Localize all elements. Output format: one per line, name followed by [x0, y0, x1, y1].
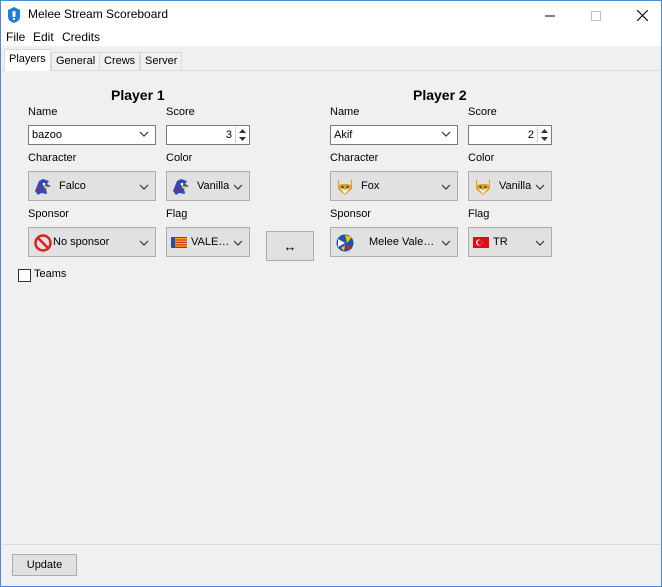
player2-sponsor-label: Sponsor	[330, 208, 371, 220]
player1-flag-label: Flag	[166, 208, 188, 220]
chevron-down-icon	[139, 131, 149, 137]
player2-score-label: Score	[468, 106, 497, 118]
player1-score-stepper[interactable]: 3	[166, 125, 250, 145]
fox-icon	[338, 179, 352, 195]
minimize-button[interactable]	[527, 1, 573, 30]
bottom-bar: Update	[2, 544, 660, 586]
player2-title: Player 2	[413, 87, 467, 103]
spin-arrows	[235, 127, 248, 143]
players-panel: Player 1 Name bazoo Score 3 Character Fa…	[2, 70, 660, 544]
arrow-down-icon	[238, 137, 246, 141]
player2-character-dropdown[interactable]: Fox	[330, 171, 458, 201]
player2-color-value: Vanilla	[499, 180, 532, 192]
player2-name-label: Name	[330, 106, 360, 118]
arrow-up-icon	[540, 129, 548, 133]
player1-color-value: Vanilla	[197, 180, 230, 192]
minimize-icon	[545, 15, 555, 16]
player2-score-value: 2	[527, 129, 534, 141]
no-sponsor-icon	[34, 234, 52, 252]
spin-up-button[interactable]	[538, 127, 550, 135]
close-button[interactable]	[619, 1, 662, 30]
chevron-down-icon	[139, 240, 149, 246]
chevron-down-icon	[535, 184, 545, 190]
player1-score-value: 3	[225, 129, 232, 141]
spin-down-button[interactable]	[538, 135, 550, 143]
app-window: Melee Stream Scoreboard File Edit Credit…	[0, 0, 662, 587]
chevron-down-icon	[441, 131, 451, 137]
close-icon	[636, 10, 648, 21]
player2-flag-dropdown[interactable]: TR	[468, 227, 552, 257]
turkey-flag-icon	[473, 237, 489, 248]
player2-score-stepper[interactable]: 2	[468, 125, 552, 145]
menu-bar: File Edit Credits	[1, 30, 661, 46]
menu-file[interactable]: File	[6, 30, 25, 44]
spin-down-button[interactable]	[236, 135, 248, 143]
player1-sponsor-label: Sponsor	[28, 208, 69, 220]
player1-title: Player 1	[111, 87, 165, 103]
player2-character-value: Fox	[361, 180, 380, 192]
window-title: Melee Stream Scoreboard	[28, 7, 169, 21]
player1-color-dropdown[interactable]: Vanilla	[166, 171, 250, 201]
chevron-down-icon	[441, 184, 451, 190]
player2-color-dropdown[interactable]: Vanilla	[468, 171, 552, 201]
player1-name-value: bazoo	[32, 129, 62, 141]
player2-character-label: Character	[330, 152, 379, 164]
spin-arrows	[537, 127, 550, 143]
player1-sponsor-value: No sponsor	[53, 236, 110, 248]
falco-icon	[173, 179, 189, 195]
teams-checkbox[interactable]	[18, 269, 31, 282]
player2-name-combo[interactable]: Akif	[330, 125, 458, 145]
tab-strip: Players General Crews Server	[2, 49, 660, 71]
arrow-down-icon	[540, 137, 548, 141]
player1-character-value: Falco	[59, 180, 86, 192]
chevron-down-icon	[139, 184, 149, 190]
chevron-down-icon	[233, 184, 243, 190]
spin-up-button[interactable]	[236, 127, 248, 135]
player2-flag-label: Flag	[468, 208, 490, 220]
player1-flag-dropdown[interactable]: VALE…	[166, 227, 250, 257]
chevron-down-icon	[535, 240, 545, 246]
player2-color-label: Color	[468, 152, 495, 164]
title-bar[interactable]: Melee Stream Scoreboard	[1, 1, 661, 30]
player1-sponsor-dropdown[interactable]: No sponsor	[28, 227, 156, 257]
maximize-button[interactable]	[573, 1, 619, 30]
tab-players[interactable]: Players	[4, 49, 51, 71]
teams-label: Teams	[34, 268, 67, 280]
swap-players-button[interactable]: ↔	[266, 231, 314, 261]
tab-general[interactable]: General	[51, 52, 101, 70]
chevron-down-icon	[441, 240, 451, 246]
player2-name-value: Akif	[334, 129, 353, 141]
update-button[interactable]: Update	[12, 554, 77, 576]
arrow-up-icon	[238, 129, 246, 133]
player1-character-label: Character	[28, 152, 77, 164]
tab-crews[interactable]: Crews	[99, 52, 141, 70]
app-logo-icon	[8, 7, 20, 23]
player2-sponsor-dropdown[interactable]: Melee Vale…	[330, 227, 458, 257]
player1-name-combo[interactable]: bazoo	[28, 125, 156, 145]
valencia-flag-icon	[171, 237, 187, 248]
menu-credits[interactable]: Credits	[62, 30, 100, 44]
player1-name-label: Name	[28, 106, 58, 118]
player2-sponsor-value: Melee Vale…	[369, 236, 435, 248]
player2-flag-value: TR	[493, 236, 508, 248]
player1-character-dropdown[interactable]: Falco	[28, 171, 156, 201]
player1-score-label: Score	[166, 106, 195, 118]
maximize-icon	[591, 10, 601, 21]
tab-server[interactable]: Server	[140, 52, 183, 70]
player1-flag-value: VALE…	[191, 236, 230, 248]
player1-color-label: Color	[166, 152, 193, 164]
sponsor-logo-icon	[336, 234, 354, 252]
chevron-down-icon	[233, 240, 243, 246]
menu-edit[interactable]: Edit	[33, 30, 54, 44]
falco-icon	[35, 179, 51, 195]
fox-icon	[476, 179, 490, 195]
